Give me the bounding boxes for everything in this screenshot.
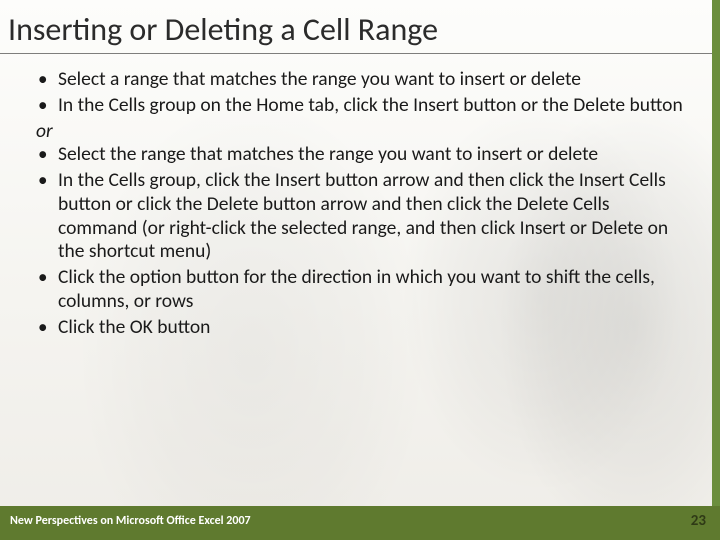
footer-bar: New Perspectives on Microsoft Office Exc… [0, 506, 720, 540]
or-separator: or [36, 120, 684, 144]
page-number: 23 [691, 512, 706, 530]
bullet-list: Select a range that matches the range yo… [36, 68, 684, 340]
bullet-item: In the Cells group on the Home tab, clic… [36, 94, 684, 118]
slide: Inserting or Deleting a Cell Range Selec… [0, 0, 720, 540]
bullet-item: Click the OK button [36, 316, 684, 340]
bullet-item: Click the option button for the directio… [36, 266, 684, 314]
slide-title: Inserting or Deleting a Cell Range [0, 0, 714, 54]
footer-text: New Perspectives on Microsoft Office Exc… [10, 514, 251, 528]
bullet-item: Select the range that matches the range … [36, 143, 684, 167]
accent-strip [712, 0, 720, 540]
bullet-item: In the Cells group, click the Insert but… [36, 169, 684, 264]
bullet-item: Select a range that matches the range yo… [36, 68, 684, 92]
slide-body: Select a range that matches the range yo… [0, 54, 720, 340]
